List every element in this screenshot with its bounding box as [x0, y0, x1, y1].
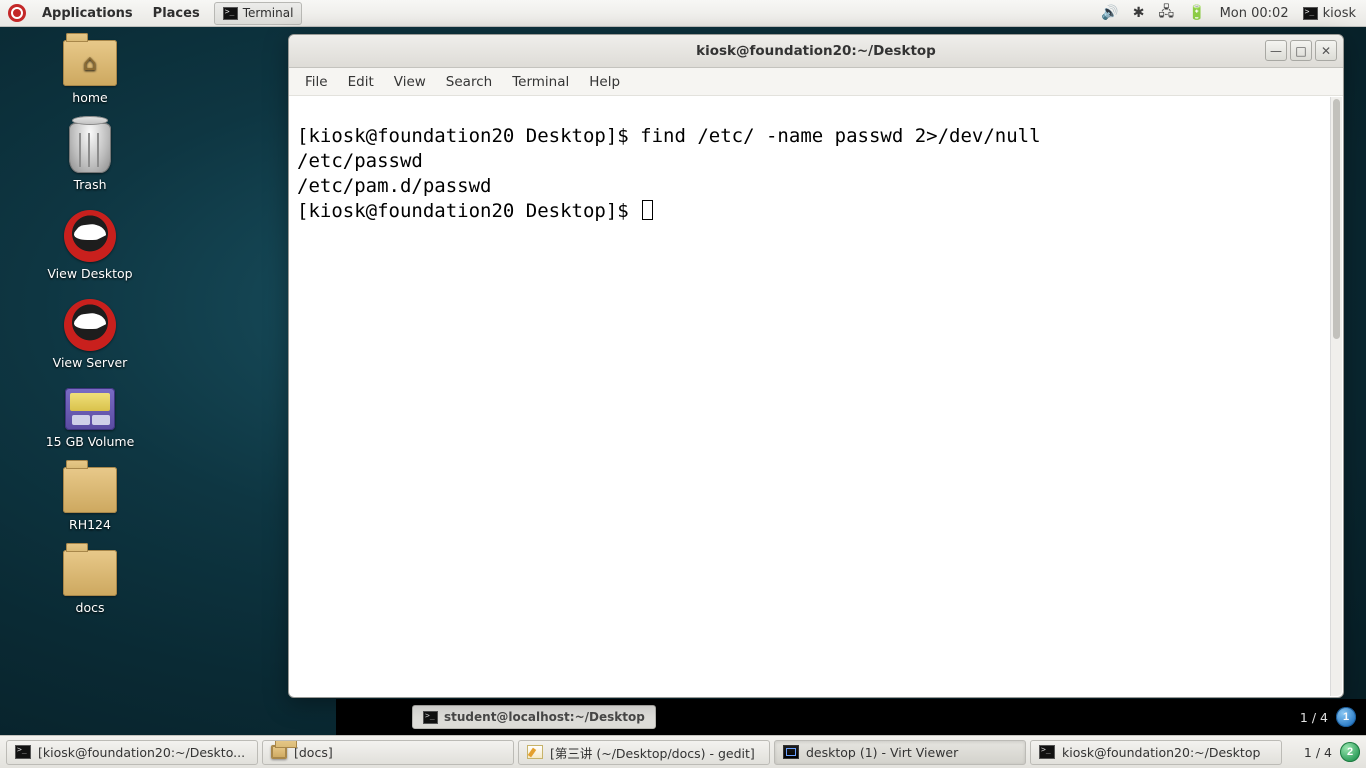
taskbar-label: [kiosk@foundation20:~/Deskto... — [38, 745, 245, 760]
guest-bottom-panel: student@localhost:~/Desktop 1 / 4 1 — [336, 699, 1366, 735]
terminal-line: [kiosk@foundation20 Desktop]$ find /etc/… — [297, 125, 1041, 147]
panel-task-terminal[interactable]: Terminal — [214, 2, 303, 25]
icon-label: home — [20, 90, 160, 105]
menu-search[interactable]: Search — [436, 74, 502, 90]
terminal-cursor — [642, 200, 653, 220]
icon-label: RH124 — [20, 517, 160, 532]
desktop-icon-rh124[interactable]: RH124 — [20, 467, 160, 532]
desktop-icon-trash[interactable]: Trash — [20, 123, 160, 192]
taskbar-label: kiosk@foundation20:~/Desktop — [1062, 745, 1260, 760]
folder-home-icon — [63, 40, 117, 86]
desktop-icon-volume[interactable]: 15 GB Volume — [20, 388, 160, 449]
gedit-icon — [527, 745, 543, 759]
host-notification-badge[interactable]: 2 — [1340, 742, 1360, 762]
desktop-icon-view-desktop[interactable]: View Desktop — [20, 210, 160, 281]
menu-view[interactable]: View — [384, 74, 436, 90]
window-title: kiosk@foundation20:~/Desktop — [289, 43, 1343, 59]
top-panel: Applications Places Terminal 🔊 ✱ 🖧 🔋 Mon… — [0, 0, 1366, 27]
desktop-icon-docs[interactable]: docs — [20, 550, 160, 615]
clock[interactable]: Mon 00:02 — [1220, 6, 1289, 21]
terminal-icon — [223, 7, 238, 20]
menu-edit[interactable]: Edit — [338, 74, 384, 90]
guest-task-terminal[interactable]: student@localhost:~/Desktop — [412, 705, 656, 729]
terminal-icon — [15, 745, 31, 759]
taskbar-item-terminal-1[interactable]: [kiosk@foundation20:~/Deskto... — [6, 740, 258, 765]
window-minimize-button[interactable]: — — [1265, 40, 1287, 61]
terminal-window: kiosk@foundation20:~/Desktop — □ ✕ File … — [288, 34, 1344, 698]
terminal-icon — [1039, 745, 1055, 759]
terminal-icon — [423, 711, 438, 724]
guest-workspace-indicator[interactable]: 1 / 4 — [1300, 710, 1328, 725]
guest-notification-badge[interactable]: 1 — [1336, 707, 1356, 727]
folder-icon — [271, 745, 287, 759]
taskbar-label: [docs] — [294, 745, 333, 760]
folder-icon — [63, 550, 117, 596]
icon-label: 15 GB Volume — [20, 434, 160, 449]
icon-label: Trash — [20, 177, 160, 192]
terminal-viewport[interactable]: [kiosk@foundation20 Desktop]$ find /etc/… — [289, 96, 1343, 697]
terminal-line: [kiosk@foundation20 Desktop]$ — [297, 200, 640, 222]
desktop-icon-home[interactable]: home — [20, 40, 160, 105]
menu-help[interactable]: Help — [579, 74, 630, 90]
folder-icon — [63, 467, 117, 513]
host-bottom-panel: [kiosk@foundation20:~/Deskto... [docs] [… — [0, 735, 1366, 768]
window-titlebar[interactable]: kiosk@foundation20:~/Desktop — □ ✕ — [289, 35, 1343, 68]
taskbar-label: desktop (1) - Virt Viewer — [806, 745, 958, 760]
terminal-line: /etc/passwd — [297, 150, 423, 172]
window-maximize-button[interactable]: □ — [1290, 40, 1312, 61]
virt-viewer-icon — [783, 745, 799, 759]
desktop-icons: home Trash View Desktop View Server 15 G… — [20, 40, 160, 615]
taskbar-item-terminal-2[interactable]: kiosk@foundation20:~/Desktop — [1030, 740, 1282, 765]
bluetooth-icon[interactable]: ✱ — [1133, 5, 1145, 21]
redhat-icon — [64, 210, 116, 262]
redhat-icon — [64, 299, 116, 351]
network-icon[interactable]: 🖧 — [1159, 1, 1175, 25]
window-close-button[interactable]: ✕ — [1315, 40, 1337, 61]
taskbar-item-docs[interactable]: [docs] — [262, 740, 514, 765]
user-session-icon — [1303, 7, 1318, 20]
host-workspace-indicator[interactable]: 1 / 4 — [1304, 745, 1332, 760]
terminal-scrollbar[interactable] — [1330, 97, 1342, 696]
places-menu[interactable]: Places — [143, 0, 210, 27]
taskbar-item-virt-viewer[interactable]: desktop (1) - Virt Viewer — [774, 740, 1026, 765]
icon-label: docs — [20, 600, 160, 615]
terminal-line: /etc/pam.d/passwd — [297, 175, 491, 197]
guest-task-label: student@localhost:~/Desktop — [444, 710, 645, 724]
system-tray: 🔊 ✱ 🖧 🔋 Mon 00:02 kiosk — [1101, 1, 1366, 25]
scrollbar-thumb[interactable] — [1333, 99, 1340, 339]
trash-icon — [69, 123, 111, 173]
menu-terminal[interactable]: Terminal — [502, 74, 579, 90]
applications-menu[interactable]: Applications — [32, 0, 143, 27]
icon-label: View Desktop — [20, 266, 160, 281]
taskbar-item-gedit[interactable]: [第三讲 (~/Desktop/docs) - gedit] — [518, 740, 770, 765]
user-name: kiosk — [1323, 6, 1356, 21]
terminal-menubar: File Edit View Search Terminal Help — [289, 68, 1343, 96]
distro-logo-icon[interactable] — [8, 4, 26, 22]
menu-file[interactable]: File — [295, 74, 338, 90]
battery-icon[interactable]: 🔋 — [1188, 5, 1205, 21]
panel-task-label: Terminal — [243, 6, 294, 20]
icon-label: View Server — [20, 355, 160, 370]
drive-icon — [65, 388, 115, 430]
desktop-icon-view-server[interactable]: View Server — [20, 299, 160, 370]
user-menu[interactable]: kiosk — [1303, 6, 1356, 21]
taskbar-label: [第三讲 (~/Desktop/docs) - gedit] — [550, 743, 755, 762]
volume-icon[interactable]: 🔊 — [1101, 5, 1118, 21]
